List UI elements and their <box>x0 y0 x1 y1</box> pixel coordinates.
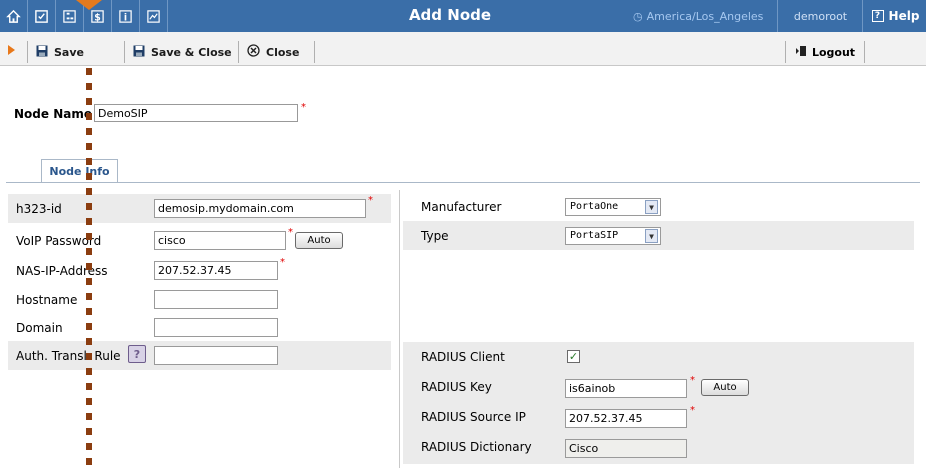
type-row: Type PortaSIP ▼ <box>403 221 914 250</box>
question-icon: ? <box>871 10 884 22</box>
voip-password-input[interactable] <box>154 231 286 250</box>
nas-ip-label: NAS-IP-Address <box>16 263 108 278</box>
node-name-label: Node Name <box>14 107 92 121</box>
top-bar: $ i Add Node ◷ America/Los_Angeles demor… <box>0 0 926 32</box>
close-button[interactable]: Close <box>238 41 299 63</box>
dotted-guide-line <box>86 68 92 468</box>
type-label: Type <box>421 229 449 243</box>
help-question-icon[interactable]: ? <box>128 345 146 363</box>
help-label: Help <box>888 9 920 23</box>
radius-client-row: RADIUS Client ✓ <box>403 342 914 371</box>
nas-ip-row: NAS-IP-Address * <box>8 256 391 285</box>
timezone-link[interactable]: ◷ America/Los_Angeles <box>633 0 778 32</box>
required-mark: * <box>301 102 306 113</box>
h323-id-input[interactable] <box>154 199 366 218</box>
radius-client-checkbox[interactable]: ✓ <box>567 350 580 363</box>
manufacturer-label: Manufacturer <box>421 200 502 214</box>
page-title: Add Node <box>408 6 492 24</box>
save-close-button[interactable]: Save & Close <box>124 41 232 63</box>
manufacturer-value: PortaOne <box>570 201 619 212</box>
tab-node-info[interactable]: Node Info <box>41 159 118 183</box>
checklist-icon[interactable] <box>28 0 56 32</box>
timezone-text: America/Los_Angeles <box>646 9 764 23</box>
hostname-label: Hostname <box>16 292 78 307</box>
radius-key-auto-button[interactable]: Auto <box>701 379 749 396</box>
play-icon[interactable] <box>8 45 15 55</box>
voip-password-auto-button[interactable]: Auto <box>295 232 343 249</box>
radius-key-input[interactable] <box>565 379 687 398</box>
radius-dictionary-label: RADIUS Dictionary <box>421 440 532 454</box>
radius-source-ip-row: RADIUS Source IP * <box>403 402 914 431</box>
domain-input[interactable] <box>154 318 278 337</box>
chevron-down-icon: ▼ <box>645 229 658 243</box>
radius-dictionary-row: RADIUS Dictionary <box>403 432 914 461</box>
type-value: PortaSIP <box>570 230 619 241</box>
radius-section: RADIUS Client ✓ RADIUS Key * Auto RADIUS… <box>403 342 914 464</box>
user-name[interactable]: demoroot <box>779 0 863 32</box>
logout-icon <box>795 45 807 60</box>
save-button[interactable]: Save <box>27 41 84 63</box>
radius-source-ip-label: RADIUS Source IP <box>421 410 526 424</box>
close-label: Close <box>266 45 300 59</box>
chevron-down-icon: ▼ <box>645 200 658 214</box>
stats-chart-icon[interactable] <box>140 0 168 32</box>
hostname-input[interactable] <box>154 290 278 309</box>
manufacturer-select[interactable]: PortaOne ▼ <box>565 198 661 216</box>
auth-rule-row: Auth. Transl. Rule ? <box>8 341 391 370</box>
radius-key-row: RADIUS Key * Auto <box>403 372 914 401</box>
required-mark: * <box>690 405 695 416</box>
info-icon[interactable]: i <box>112 0 140 32</box>
h323-id-label: h323-id <box>16 201 62 216</box>
svg-text:i: i <box>124 12 127 23</box>
logout-label: Logout <box>811 45 856 59</box>
clock-icon: ◷ <box>633 9 643 23</box>
domain-label: Domain <box>16 320 63 335</box>
radius-client-label: RADIUS Client <box>421 350 505 364</box>
auth-rule-label: Auth. Transl. Rule <box>16 348 121 363</box>
nas-ip-input[interactable] <box>154 261 278 280</box>
manufacturer-row: Manufacturer PortaOne ▼ <box>403 192 914 221</box>
hostname-row: Hostname <box>8 285 391 314</box>
domain-row: Domain <box>8 313 391 342</box>
required-mark: * <box>288 227 293 238</box>
help-button[interactable]: ? Help <box>865 0 926 32</box>
floppy-icon <box>133 45 145 60</box>
logout-button[interactable]: Logout <box>785 41 865 63</box>
radius-dictionary-input <box>565 439 687 458</box>
required-mark: * <box>690 375 695 386</box>
auth-rule-input[interactable] <box>154 346 278 365</box>
svg-text:$: $ <box>94 12 101 23</box>
required-mark: * <box>368 195 373 206</box>
toolbar: Save Save & Close Close Logout <box>0 32 926 66</box>
save-label: Save <box>54 45 84 59</box>
save-close-label: Save & Close <box>151 45 232 59</box>
radius-source-ip-input[interactable] <box>565 409 687 428</box>
toolbar-divider <box>314 41 315 63</box>
h323-id-row: h323-id * <box>8 194 391 223</box>
required-mark: * <box>280 257 285 268</box>
tab-divider <box>6 182 920 183</box>
radius-key-label: RADIUS Key <box>421 380 492 394</box>
type-select[interactable]: PortaSIP ▼ <box>565 227 661 245</box>
home-icon[interactable] <box>0 0 28 32</box>
org-chart-icon[interactable] <box>56 0 84 32</box>
node-name-input[interactable] <box>94 104 298 122</box>
column-divider <box>399 190 400 468</box>
close-circle-icon <box>247 44 260 60</box>
floppy-icon <box>36 45 48 60</box>
voip-password-row: VoIP Password * Auto <box>8 226 391 255</box>
